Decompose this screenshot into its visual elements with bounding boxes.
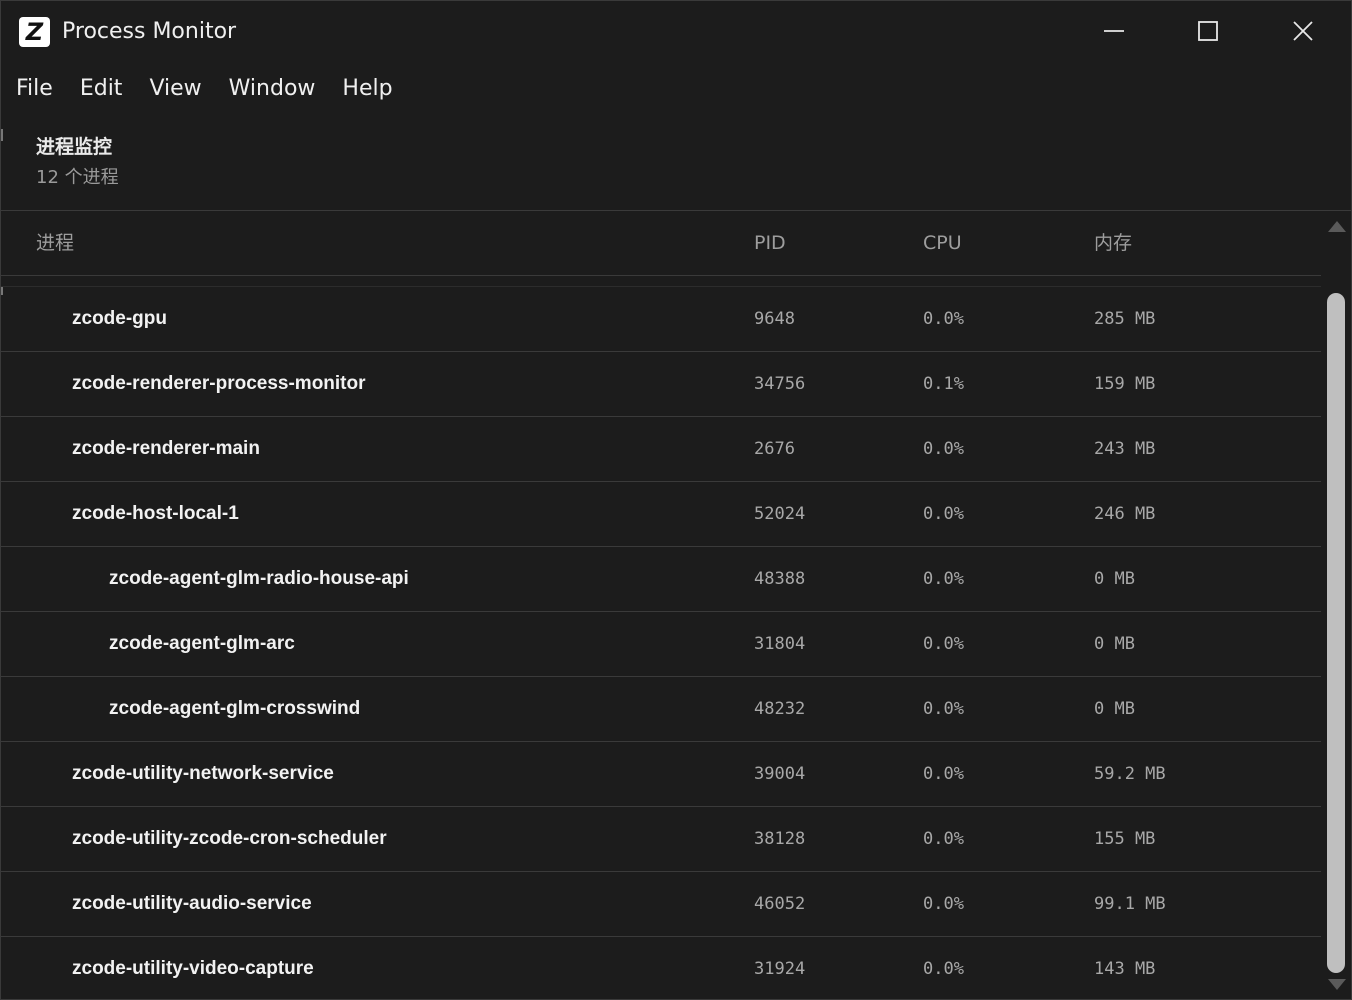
process-pid: 52024: [754, 504, 806, 524]
process-memory: 243 MB: [1094, 439, 1156, 459]
process-pid: 38128: [754, 829, 806, 849]
menu-view[interactable]: View: [137, 69, 213, 109]
scroll-up-arrow-icon[interactable]: [1328, 221, 1346, 232]
title-bar[interactable]: Z Process Monitor: [1, 1, 1351, 61]
process-name: zcode-agent-glm-arc: [109, 633, 295, 654]
process-pid: 31924: [754, 959, 806, 979]
process-name: zcode-renderer-process-monitor: [72, 373, 366, 394]
process-pid: 31804: [754, 634, 806, 654]
menu-window[interactable]: Window: [217, 69, 328, 109]
process-memory: 0 MB: [1094, 699, 1135, 719]
process-memory: 159 MB: [1094, 374, 1156, 394]
process-monitor-window: Z Process Monitor File Edit View Window …: [0, 0, 1352, 1000]
process-memory: 99.1 MB: [1094, 894, 1166, 914]
edge-marker: [1, 129, 3, 141]
process-memory: 143 MB: [1094, 959, 1156, 979]
column-header-memory[interactable]: 内存: [1094, 211, 1132, 275]
table-body: zcode-gpu 9648 0.0% 285 MB zcode-rendere…: [1, 286, 1321, 999]
process-cpu: 0.0%: [923, 829, 964, 849]
table-row[interactable]: zcode-gpu 9648 0.0% 285 MB: [1, 287, 1321, 352]
process-pid: 9648: [754, 309, 795, 329]
app-logo-icon: Z: [19, 17, 50, 47]
maximize-icon: [1198, 21, 1218, 41]
app-logo-letter: Z: [25, 18, 44, 46]
menu-bar: File Edit View Window Help: [1, 69, 1351, 109]
process-name: zcode-host-local-1: [72, 503, 239, 524]
process-memory: 0 MB: [1094, 634, 1135, 654]
process-cpu: 0.1%: [923, 374, 964, 394]
process-table: 进程 PID CPU 内存 zcode-gpu 9648 0.0% 285 MB…: [1, 211, 1321, 999]
process-name: zcode-gpu: [72, 308, 167, 329]
page-header: 进程监控 12 个进程: [36, 131, 119, 193]
table-row[interactable]: zcode-utility-zcode-cron-scheduler 38128…: [1, 807, 1321, 872]
page-title: 进程监控: [36, 136, 113, 158]
menu-edit[interactable]: Edit: [68, 69, 135, 109]
menu-file[interactable]: File: [4, 69, 65, 109]
process-cpu: 0.0%: [923, 894, 964, 914]
column-header-pid[interactable]: PID: [754, 211, 786, 275]
table-row[interactable]: zcode-utility-network-service 39004 0.0%…: [1, 742, 1321, 807]
process-name: zcode-utility-video-capture: [72, 958, 314, 979]
table-row[interactable]: zcode-renderer-process-monitor 34756 0.1…: [1, 352, 1321, 417]
process-cpu: 0.0%: [923, 959, 964, 979]
table-row[interactable]: zcode-agent-glm-radio-house-api 48388 0.…: [1, 547, 1321, 612]
process-pid: 48232: [754, 699, 806, 719]
minimize-icon: [1104, 30, 1124, 32]
table-row[interactable]: zcode-agent-glm-crosswind 48232 0.0% 0 M…: [1, 677, 1321, 742]
maximize-button[interactable]: [1161, 1, 1255, 61]
process-name: zcode-utility-zcode-cron-scheduler: [72, 828, 387, 849]
process-cpu: 0.0%: [923, 699, 964, 719]
table-row[interactable]: zcode-host-local-1 52024 0.0% 246 MB: [1, 482, 1321, 547]
scroll-thumb[interactable]: [1327, 293, 1345, 973]
vertical-scrollbar[interactable]: [1321, 211, 1351, 999]
process-cpu: 0.0%: [923, 634, 964, 654]
process-pid: 48388: [754, 569, 806, 589]
table-header: 进程 PID CPU 内存: [1, 211, 1321, 276]
process-memory: 285 MB: [1094, 309, 1156, 329]
process-memory: 155 MB: [1094, 829, 1156, 849]
table-row[interactable]: zcode-utility-audio-service 46052 0.0% 9…: [1, 872, 1321, 937]
process-pid: 39004: [754, 764, 806, 784]
minimize-button[interactable]: [1067, 1, 1161, 61]
window-title: Process Monitor: [62, 19, 237, 44]
process-count: 12 个进程: [36, 167, 119, 188]
process-name: zcode-agent-glm-crosswind: [109, 698, 361, 719]
menu-help[interactable]: Help: [330, 69, 404, 109]
process-pid: 46052: [754, 894, 806, 914]
process-cpu: 0.0%: [923, 309, 964, 329]
scroll-down-arrow-icon[interactable]: [1328, 979, 1346, 990]
process-name: zcode-utility-audio-service: [72, 893, 312, 914]
process-name: zcode-utility-network-service: [72, 763, 334, 784]
process-cpu: 0.0%: [923, 764, 964, 784]
process-pid: 34756: [754, 374, 806, 394]
table-row[interactable]: zcode-agent-glm-arc 31804 0.0% 0 MB: [1, 612, 1321, 677]
process-cpu: 0.0%: [923, 439, 964, 459]
column-header-cpu[interactable]: CPU: [923, 211, 962, 275]
process-name: zcode-renderer-main: [72, 438, 260, 459]
process-cpu: 0.0%: [923, 504, 964, 524]
table-row[interactable]: zcode-renderer-main 2676 0.0% 243 MB: [1, 417, 1321, 482]
close-button[interactable]: [1256, 1, 1350, 61]
process-memory: 0 MB: [1094, 569, 1135, 589]
table-row[interactable]: zcode-utility-video-capture 31924 0.0% 1…: [1, 937, 1321, 999]
process-memory: 246 MB: [1094, 504, 1156, 524]
process-name: zcode-agent-glm-radio-house-api: [109, 568, 409, 589]
close-icon: [1293, 21, 1313, 41]
process-memory: 59.2 MB: [1094, 764, 1166, 784]
process-pid: 2676: [754, 439, 795, 459]
column-header-process[interactable]: 进程: [36, 211, 74, 275]
process-cpu: 0.0%: [923, 569, 964, 589]
